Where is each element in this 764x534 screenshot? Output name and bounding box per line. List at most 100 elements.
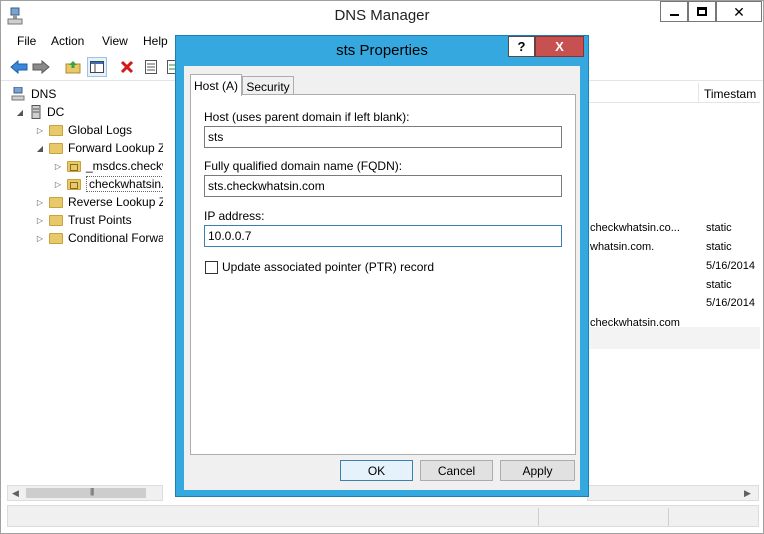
tab-security[interactable]: Security: [242, 76, 294, 96]
menu-action[interactable]: Action: [51, 34, 84, 48]
tree-label: DNS: [31, 87, 57, 101]
folder-icon: [49, 142, 63, 154]
host-input[interactable]: sts: [204, 126, 562, 148]
log-folder-icon: [49, 124, 63, 136]
ptr-label[interactable]: Update associated pointer (PTR) record: [222, 260, 434, 274]
console-tree: DNS ◢ DC ▷ Global Logs ◢ Forward Lookup …: [7, 83, 163, 485]
tree-item-dc[interactable]: ◢ DC: [15, 103, 64, 121]
tree-label: checkwhatsin.com: [86, 176, 163, 192]
show-hide-console-tree-button[interactable]: [87, 57, 107, 77]
collapsed-arrow-icon[interactable]: ▷: [35, 216, 45, 225]
scroll-right-icon[interactable]: ▶: [744, 488, 751, 499]
tree-item-checkwhatsin-zone[interactable]: ▷ checkwhatsin.com: [53, 175, 163, 193]
close-window-button[interactable]: ✕: [716, 1, 762, 22]
cell-timestamp: 5/16/2014: [706, 297, 755, 309]
server-icon: [31, 105, 41, 119]
scroll-thumb[interactable]: [26, 488, 146, 498]
tree-item-dns[interactable]: DNS: [11, 85, 56, 103]
delete-x-icon: [120, 60, 134, 74]
close-icon: X: [555, 39, 564, 54]
tree-item-forward-lookup-zones[interactable]: ◢ Forward Lookup Zones: [35, 139, 163, 157]
fqdn-input[interactable]: sts.checkwhatsin.com: [204, 175, 562, 197]
column-separator[interactable]: [698, 83, 699, 103]
menu-file[interactable]: File: [17, 34, 36, 48]
cell-timestamp: static: [706, 241, 732, 253]
tree-item-reverse-lookup-zones[interactable]: ▷ Reverse Lookup Zones: [35, 193, 163, 211]
tree-item-conditional-forwarders[interactable]: ▷ Conditional Forwarders: [35, 229, 163, 247]
menu-view[interactable]: View: [102, 34, 128, 48]
tree-label: Conditional Forwarders: [68, 231, 163, 245]
host-label: Host (uses parent domain if left blank):: [204, 110, 410, 124]
sts-properties-dialog: sts Properties ? X Host (A) Security Hos…: [175, 35, 589, 497]
zone-icon: [67, 160, 81, 172]
collapsed-arrow-icon[interactable]: ▷: [35, 198, 45, 207]
selected-row[interactable]: [588, 327, 760, 349]
tree-item-msdcs-zone[interactable]: ▷ _msdcs.checkwhatsin.com: [53, 157, 163, 175]
collapsed-arrow-icon[interactable]: ▷: [53, 180, 63, 189]
back-button[interactable]: [9, 57, 29, 77]
dns-root-icon: [11, 87, 25, 101]
tree-label: Forward Lookup Zones: [68, 141, 163, 155]
delete-button[interactable]: [117, 57, 137, 77]
tree-label: _msdcs.checkwhatsin.com: [86, 159, 163, 173]
tree-label: Trust Points: [68, 213, 132, 227]
expanded-arrow-icon[interactable]: ◢: [35, 144, 45, 153]
list-horizontal-scrollbar[interactable]: ▶: [587, 485, 759, 501]
tree-label: Reverse Lookup Zones: [68, 195, 163, 209]
host-tab-panel: Host (uses parent domain if left blank):…: [190, 94, 576, 455]
status-bar: [7, 505, 759, 527]
maximize-button[interactable]: [688, 1, 716, 22]
tree-label: DC: [47, 105, 65, 119]
dialog-close-button[interactable]: X: [535, 36, 584, 57]
window-title: DNS Manager: [334, 7, 430, 24]
cell-timestamp: static: [706, 279, 732, 291]
tab-host-a[interactable]: Host (A): [190, 74, 242, 96]
list-column-header: Timestam: [588, 83, 760, 103]
title-bar: DNS Manager ✕: [1, 1, 763, 31]
cell-data: checkwhatsin.co...: [590, 222, 680, 234]
cell-data: checkwhatsin.com: [590, 317, 680, 329]
records-list: Timestam checkwhatsin.co... static whats…: [587, 83, 760, 485]
cell-data: whatsin.com.: [590, 241, 655, 253]
collapsed-arrow-icon[interactable]: ▷: [35, 126, 45, 135]
ok-button[interactable]: OK: [340, 460, 413, 481]
tree-item-global-logs[interactable]: ▷ Global Logs: [35, 121, 132, 139]
help-button[interactable]: ?: [508, 36, 535, 57]
minimize-icon: [669, 13, 679, 16]
back-arrow-icon: [10, 60, 28, 74]
close-icon: ✕: [733, 3, 745, 20]
tree-item-trust-points[interactable]: ▷ Trust Points: [35, 211, 132, 229]
expanded-arrow-icon[interactable]: ◢: [15, 108, 25, 117]
up-folder-button[interactable]: [63, 57, 83, 77]
folder-icon: [49, 232, 63, 244]
ip-address-label: IP address:: [204, 209, 265, 223]
folder-up-icon: [65, 61, 81, 74]
forward-button[interactable]: [31, 57, 51, 77]
fqdn-label: Fully qualified domain name (FQDN):: [204, 159, 403, 173]
folder-icon: [49, 196, 63, 208]
collapsed-arrow-icon[interactable]: ▷: [53, 162, 63, 171]
scroll-left-icon[interactable]: ◀: [12, 488, 19, 499]
forward-arrow-icon: [32, 60, 50, 74]
zone-icon: [67, 178, 81, 190]
properties-button[interactable]: [141, 57, 161, 77]
ptr-checkbox[interactable]: [205, 261, 218, 274]
minimize-button[interactable]: [660, 1, 688, 22]
apply-button[interactable]: Apply: [500, 460, 575, 481]
status-separator: [668, 508, 669, 526]
column-timestamp[interactable]: Timestam: [704, 87, 756, 101]
cell-timestamp: static: [706, 222, 732, 234]
tree-horizontal-scrollbar[interactable]: ◀ |||: [7, 485, 163, 501]
collapsed-arrow-icon[interactable]: ▷: [35, 234, 45, 243]
cell-timestamp: 5/16/2014: [706, 260, 755, 272]
dialog-body: Host (A) Security Host (uses parent doma…: [184, 66, 580, 490]
tree-label: Global Logs: [68, 123, 133, 137]
cancel-button[interactable]: Cancel: [420, 460, 493, 481]
properties-icon: [145, 60, 157, 74]
folder-icon: [49, 214, 63, 226]
help-icon: ?: [517, 39, 526, 54]
grip-icon: |||: [90, 487, 94, 496]
console-tree-icon: [90, 61, 104, 73]
ip-address-input[interactable]: 10.0.0.7: [204, 225, 562, 247]
menu-help[interactable]: Help: [143, 34, 168, 48]
